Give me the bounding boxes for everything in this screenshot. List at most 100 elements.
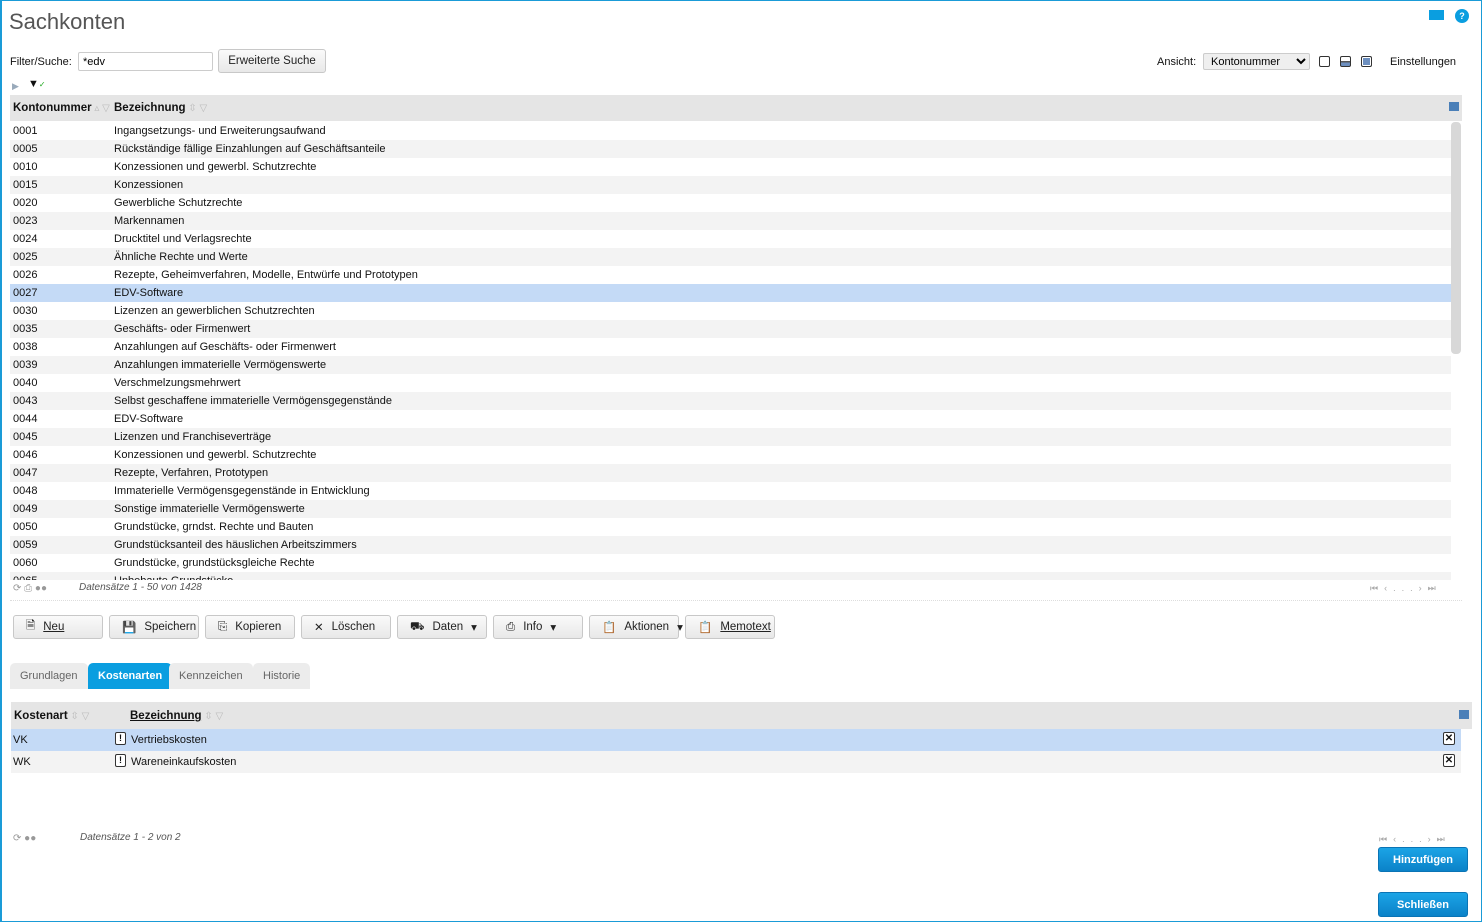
account-number: 0038 — [13, 341, 38, 353]
column-kostenart[interactable]: Kostenart ⇳ ▽ — [14, 710, 89, 722]
account-number: 0039 — [13, 359, 38, 371]
export-icon[interactable] — [1459, 710, 1469, 719]
table-row[interactable]: 0035 Geschäfts- oder Firmenwert — [10, 320, 1451, 338]
tab-kostenarten[interactable]: Kostenarten — [88, 663, 173, 689]
export-icon[interactable] — [1449, 102, 1459, 111]
label: Speichern — [144, 621, 197, 633]
close-button[interactable]: Schließen — [1378, 892, 1468, 917]
table-row[interactable]: VK! Vertriebskosten ✕ — [11, 729, 1461, 751]
info-menu-button[interactable]: ⎙ Info ▾ — [493, 615, 583, 639]
help-icon[interactable]: ? — [1455, 9, 1469, 23]
mail-icon[interactable] — [1429, 10, 1444, 20]
page-title: Sachkonten — [9, 9, 126, 34]
table-row[interactable]: 0046 Konzessionen und gewerbl. Schutzrech… — [10, 446, 1451, 464]
table-row[interactable]: 0044 EDV-Software — [10, 410, 1451, 428]
table-row[interactable]: 0020 Gewerbliche Schutzrechte — [10, 194, 1451, 212]
table-row[interactable]: 0030 Lizenzen an gewerblichen Schutzrecht… — [10, 302, 1451, 320]
column-kontonummer[interactable]: Kontonummer ▵ ▽ — [13, 102, 110, 114]
memo-button[interactable]: 📋 Memotext — [685, 615, 775, 639]
table-row[interactable]: 0010 Konzessionen und gewerbl. Schutzrech… — [10, 158, 1451, 176]
table-row[interactable]: 0043 Selbst geschaffene immaterielle Verm… — [10, 392, 1451, 410]
table-row[interactable]: 0059 Grundstücksanteil des häuslichen Arb… — [10, 536, 1451, 554]
cost-type-description: Vertriebskosten — [131, 734, 207, 746]
table-row[interactable]: 0050 Grundstücke, grndst. Rechte und Baut… — [10, 518, 1451, 536]
settings-link[interactable]: Einstellungen — [1390, 56, 1456, 68]
account-number: 0030 — [13, 305, 38, 317]
remove-icon[interactable]: ✕ — [1443, 754, 1455, 767]
table-row[interactable]: 0040 Verschmelzungsmehrwert — [10, 374, 1451, 392]
advanced-search-button[interactable]: Erweiterte Suche — [218, 49, 326, 73]
table-row[interactable]: 0060 Grundstücke, grundstücksgleiche Rech… — [10, 554, 1451, 572]
account-number: 0043 — [13, 395, 38, 407]
table-row[interactable]: 0038 Anzahlungen auf Geschäfts- oder Firm… — [10, 338, 1451, 356]
clipboard-icon: 📋 — [698, 622, 713, 634]
account-number: 0026 — [13, 269, 38, 281]
label: Daten — [432, 621, 464, 633]
delete-button[interactable]: ✕ Löschen — [301, 615, 391, 639]
table-row[interactable]: 0023 Markennamen — [10, 212, 1451, 230]
divider — [10, 600, 1462, 601]
account-description: Ingangsetzungs- und Erweiterungsaufwand — [114, 125, 326, 137]
account-description: Rezepte, Verfahren, Prototypen — [114, 467, 269, 479]
account-number: 0050 — [13, 521, 38, 533]
label: Aktionen — [624, 621, 670, 633]
copy-button[interactable]: ⎘ Kopieren — [205, 615, 295, 639]
refresh-icon[interactable]: ⟳ ⎙ ●● — [13, 583, 47, 594]
tab-historie[interactable]: Historie — [253, 663, 311, 689]
main-status: Datensätze 1 - 50 von 1428 — [79, 582, 202, 593]
tab-kennzeichen[interactable]: Kennzeichen — [169, 663, 253, 689]
account-number: 0020 — [13, 197, 38, 209]
filter-input[interactable] — [78, 52, 213, 71]
tab-grundlagen[interactable]: Grundlagen — [10, 663, 88, 689]
expand-icon[interactable]: ▶ — [12, 81, 19, 92]
account-description: Grundstücksanteil des häuslichen Arbeits… — [114, 539, 357, 551]
info-icon[interactable]: ! — [115, 754, 126, 767]
add-button[interactable]: Hinzufügen — [1378, 847, 1468, 872]
table-row[interactable]: WK! Wareneinkaufskosten ✕ — [11, 751, 1461, 773]
new-button[interactable]: 🗎 Neu — [13, 615, 103, 639]
account-description: Konzessionen und gewerbl. Schutzrechte — [114, 449, 317, 461]
account-description: Selbst geschaffene immaterielle Vermögen… — [114, 395, 393, 407]
account-description: Gewerbliche Schutzrechte — [114, 197, 243, 209]
label: Memotext — [720, 621, 771, 633]
account-number: 0024 — [13, 233, 38, 245]
data-menu-button[interactable]: ⛟ Daten ▾ — [397, 615, 487, 639]
save-button[interactable]: 💾 Speichern — [109, 615, 199, 639]
table-row[interactable]: 0039 Anzahlungen immaterielle Vermögenswe… — [10, 356, 1451, 374]
table-row[interactable]: 0026 Rezepte, Geheimverfahren, Modelle, E… — [10, 266, 1451, 284]
refresh-icon[interactable]: ⟳ ●● — [13, 833, 36, 844]
main-pager[interactable]: ⏮‹...›⏭ — [1370, 583, 1442, 594]
layout-full-icon[interactable] — [1361, 56, 1372, 67]
view-select[interactable]: Kontonummer — [1203, 53, 1310, 70]
table-row[interactable]: 0005 Rückständige fällige Einzahlungen au… — [10, 140, 1451, 158]
layout-single-icon[interactable] — [1319, 56, 1330, 67]
filter-label: Filter/Suche: — [10, 56, 72, 68]
table-row[interactable]: 0047 Rezepte, Verfahren, Prototypen — [10, 464, 1451, 482]
sub-pager[interactable]: ⏮‹...›⏭ — [1379, 834, 1451, 845]
table-row[interactable]: 0015 Konzessionen — [10, 176, 1451, 194]
info-icon[interactable]: ! — [115, 732, 126, 745]
layout-split-icon[interactable] — [1340, 56, 1351, 67]
column-bezeichnung[interactable]: Bezeichnung ⇳ ▽ — [130, 710, 223, 722]
remove-icon[interactable]: ✕ — [1443, 732, 1455, 745]
table-row[interactable]: 0025 Ähnliche Rechte und Werte — [10, 248, 1451, 266]
account-description: Rezepte, Geheimverfahren, Modelle, Entwü… — [114, 269, 418, 281]
table-row[interactable]: 0045 Lizenzen und Franchiseverträge — [10, 428, 1451, 446]
scrollbar[interactable] — [1451, 122, 1461, 354]
filter-active-icon[interactable]: ▼✓ — [28, 78, 46, 90]
label: Neu — [43, 621, 65, 633]
table-row[interactable]: 0001 Ingangsetzungs- und Erweiterungsaufw… — [10, 122, 1451, 140]
table-row[interactable]: 0024 Drucktitel und Verlagsrechte — [10, 230, 1451, 248]
table-row[interactable]: 0065 Unbebaute Grundstücke — [10, 572, 1451, 580]
pager-ellipsis: ... — [1393, 583, 1419, 593]
table-row[interactable]: 0027 EDV-Software — [10, 284, 1451, 302]
table-row[interactable]: 0048 Immaterielle Vermögensgegenstände in… — [10, 482, 1451, 500]
data-icon: ⛟ — [410, 620, 425, 633]
actions-menu-button[interactable]: 📋 Aktionen ▾ — [589, 615, 683, 639]
column-label: Kontonummer — [13, 102, 92, 114]
table-row[interactable]: 0049 Sonstige immaterielle Vermögenswerte — [10, 500, 1451, 518]
column-bezeichnung[interactable]: Bezeichnung ⇳ ▽ — [114, 102, 207, 114]
account-number: 0048 — [13, 485, 38, 497]
account-description: EDV-Software — [114, 413, 184, 425]
account-number: 0059 — [13, 539, 38, 551]
